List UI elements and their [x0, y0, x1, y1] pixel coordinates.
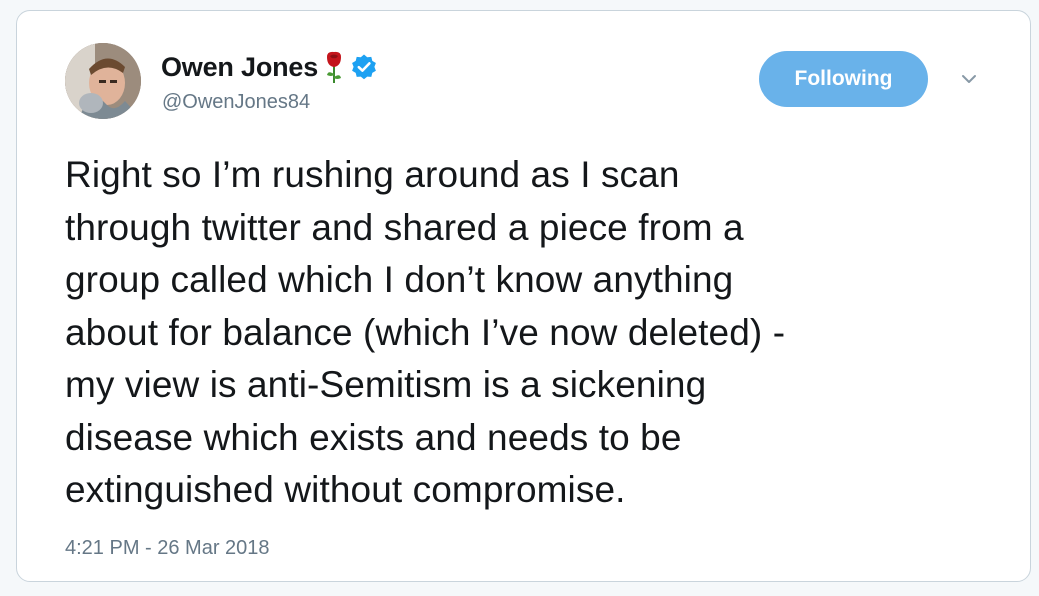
author-handle[interactable]: @OwenJones84 [162, 91, 310, 114]
verified-badge-icon [352, 54, 376, 80]
tweet-card: Owen Jones @OwenJones84 Following Right … [16, 10, 1031, 582]
chevron-down-icon[interactable] [961, 73, 977, 85]
avatar[interactable] [65, 43, 141, 119]
following-button[interactable]: Following [759, 51, 928, 107]
author-name[interactable]: Owen Jones [161, 52, 318, 83]
tweet-timestamp[interactable]: 4:21 PM - 26 Mar 2018 [65, 537, 270, 560]
tweet-text: Right so I’m rushing around as I scan th… [65, 154, 786, 510]
author-row: Owen Jones [161, 49, 378, 85]
rose-icon [327, 51, 342, 83]
